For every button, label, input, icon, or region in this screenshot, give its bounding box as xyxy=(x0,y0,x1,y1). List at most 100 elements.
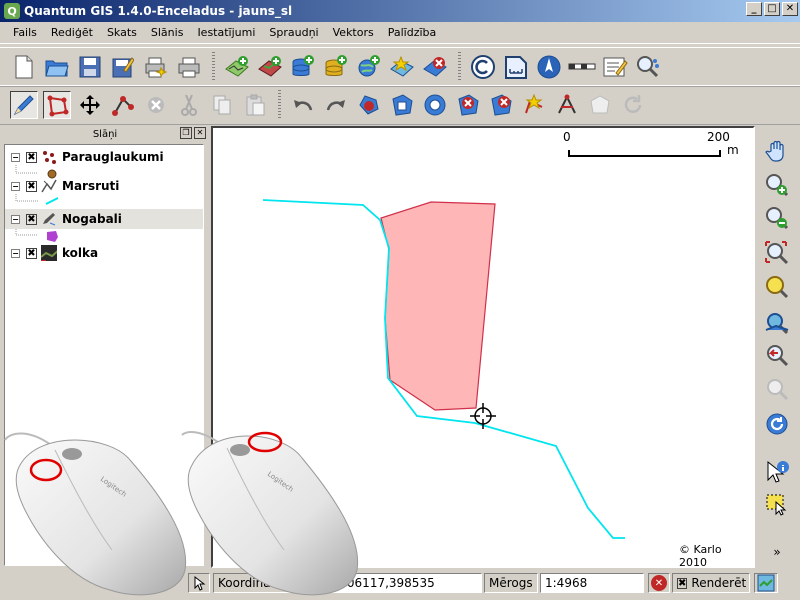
toggle-editing-icon xyxy=(13,95,34,116)
delete-selected-button[interactable] xyxy=(142,91,170,119)
coordinates-label: Koordinātes: xyxy=(213,573,293,593)
new-vector-layer-icon xyxy=(390,55,414,77)
move-feature-button[interactable] xyxy=(76,91,104,119)
identify-button[interactable] xyxy=(634,53,662,81)
menu-iestatijumi[interactable]: Iestatījumi xyxy=(190,26,262,39)
render-toggle[interactable]: ✖ Renderēt xyxy=(672,573,750,593)
new-vector-layer-button[interactable] xyxy=(388,53,416,81)
qgis-app-icon: Q xyxy=(4,3,20,19)
render-checkbox[interactable]: ✖ xyxy=(677,577,688,589)
merge-features-button[interactable] xyxy=(586,91,614,119)
projection-button[interactable] xyxy=(754,573,778,593)
zoom-in-button[interactable] xyxy=(762,170,792,200)
copyright-label-button[interactable] xyxy=(469,53,497,81)
split-features-icon xyxy=(558,94,576,114)
new-project-button[interactable] xyxy=(10,53,38,81)
close-panel-button[interactable]: ✕ xyxy=(194,127,206,139)
add-postgis-layer-icon xyxy=(292,55,314,76)
annotation-button[interactable] xyxy=(601,53,629,81)
add-vector-layer-button[interactable] xyxy=(223,53,251,81)
simplify-feature-button[interactable] xyxy=(355,91,383,119)
reshape-features-button[interactable] xyxy=(520,91,548,119)
add-island-button[interactable] xyxy=(421,91,449,119)
cut-features-icon xyxy=(181,94,197,116)
menu-skats[interactable]: Skats xyxy=(100,26,144,39)
zoom-last-button[interactable] xyxy=(762,340,792,370)
print-icon xyxy=(178,57,200,78)
collapse-toggle[interactable]: − xyxy=(11,152,20,162)
save-as-button[interactable] xyxy=(109,53,137,81)
collapse-toggle[interactable]: − xyxy=(11,248,20,258)
layer-visibility-checkbox[interactable]: ✖ xyxy=(26,151,37,163)
zoom-full-button[interactable] xyxy=(762,238,792,268)
more-tools-chevron-icon[interactable]: » xyxy=(762,544,792,560)
cut-features-button[interactable] xyxy=(175,91,203,119)
zoom-to-selection-button[interactable] xyxy=(762,272,792,302)
menu-slanis[interactable]: Slānis xyxy=(144,26,191,39)
layer-name: Parauglaukumi xyxy=(62,150,164,164)
minimize-button[interactable]: _ xyxy=(746,2,762,16)
menu-vektors[interactable]: Vektors xyxy=(326,26,381,39)
close-button[interactable]: ✕ xyxy=(782,2,798,16)
identify-features-button[interactable] xyxy=(762,458,792,488)
add-spatialite-layer-button[interactable] xyxy=(322,53,350,81)
save-project-button[interactable] xyxy=(76,53,104,81)
float-panel-button[interactable]: ❐ xyxy=(180,127,192,139)
split-features-button[interactable] xyxy=(553,91,581,119)
zoom-last-icon xyxy=(767,345,789,367)
print-button[interactable] xyxy=(175,53,203,81)
layer-row-kolka[interactable]: − ✖ kolka xyxy=(5,243,203,263)
toggle-editing-button[interactable] xyxy=(10,91,38,119)
menu-fails[interactable]: Fails xyxy=(6,26,44,39)
add-raster-layer-button[interactable] xyxy=(256,53,284,81)
open-project-button[interactable] xyxy=(43,53,71,81)
delete-part-button[interactable] xyxy=(487,91,515,119)
refresh-button[interactable] xyxy=(762,409,792,439)
add-wms-layer-button[interactable] xyxy=(355,53,383,81)
zoom-to-layer-icon xyxy=(765,313,789,335)
add-ring-button[interactable] xyxy=(388,91,416,119)
paste-features-button[interactable] xyxy=(241,91,269,119)
scale-bar-button[interactable] xyxy=(502,53,530,81)
layer-visibility-checkbox[interactable]: ✖ xyxy=(26,247,37,259)
delete-selected-icon xyxy=(148,97,164,113)
copy-features-button[interactable] xyxy=(208,91,236,119)
layer-visibility-checkbox[interactable]: ✖ xyxy=(26,213,37,225)
north-arrow-button[interactable] xyxy=(535,53,563,81)
collapse-toggle[interactable]: − xyxy=(11,214,20,224)
layer-row-parauglaukumi[interactable]: − ✖ Parauglaukumi xyxy=(5,147,203,167)
add-postgis-layer-button[interactable] xyxy=(289,53,317,81)
print-composer-button[interactable] xyxy=(142,53,170,81)
rotate-point-symbols-button[interactable] xyxy=(619,91,647,119)
undo-button[interactable] xyxy=(289,91,317,119)
maximize-button[interactable]: □ xyxy=(764,2,780,16)
menu-spraudni[interactable]: Spraudņi xyxy=(262,26,325,39)
toolbar-separator xyxy=(212,52,215,82)
redo-button[interactable] xyxy=(322,91,350,119)
zoom-to-layer-button[interactable] xyxy=(762,308,792,338)
remove-layer-button[interactable] xyxy=(421,53,449,81)
layer-row-nogabali[interactable]: − ✖ Nogabali xyxy=(5,209,203,229)
zoom-next-button[interactable] xyxy=(762,374,792,404)
scalebar-decoration-button[interactable] xyxy=(568,53,596,81)
delete-ring-button[interactable] xyxy=(454,91,482,119)
zoom-out-button[interactable] xyxy=(762,203,792,233)
globe-projection-icon xyxy=(757,574,775,592)
raster-layer-icon xyxy=(41,245,57,261)
select-features-button[interactable] xyxy=(762,490,792,520)
collapse-toggle[interactable]: − xyxy=(11,181,20,191)
stop-render-button[interactable]: ✕ xyxy=(648,573,670,593)
layer-row-marsruti[interactable]: − ✖ Marsruti xyxy=(5,176,203,196)
digitizing-toolbar xyxy=(0,85,800,125)
scale-field[interactable]: 1:4968 xyxy=(540,573,644,593)
node-tool-button[interactable] xyxy=(109,91,137,119)
toggle-mouse-coords-button[interactable] xyxy=(188,573,210,593)
menu-rediget[interactable]: Rediģēt xyxy=(44,26,100,39)
coordinates-field[interactable]: 406117,398535 xyxy=(292,573,482,593)
menu-palidziba[interactable]: Palīdzība xyxy=(381,26,444,39)
undo-icon xyxy=(294,100,313,111)
layer-visibility-checkbox[interactable]: ✖ xyxy=(26,180,37,192)
pan-button[interactable] xyxy=(762,136,792,166)
capture-polygon-button[interactable] xyxy=(43,91,71,119)
map-canvas[interactable]: 0 200 m © Karlo 2010 xyxy=(211,126,755,568)
